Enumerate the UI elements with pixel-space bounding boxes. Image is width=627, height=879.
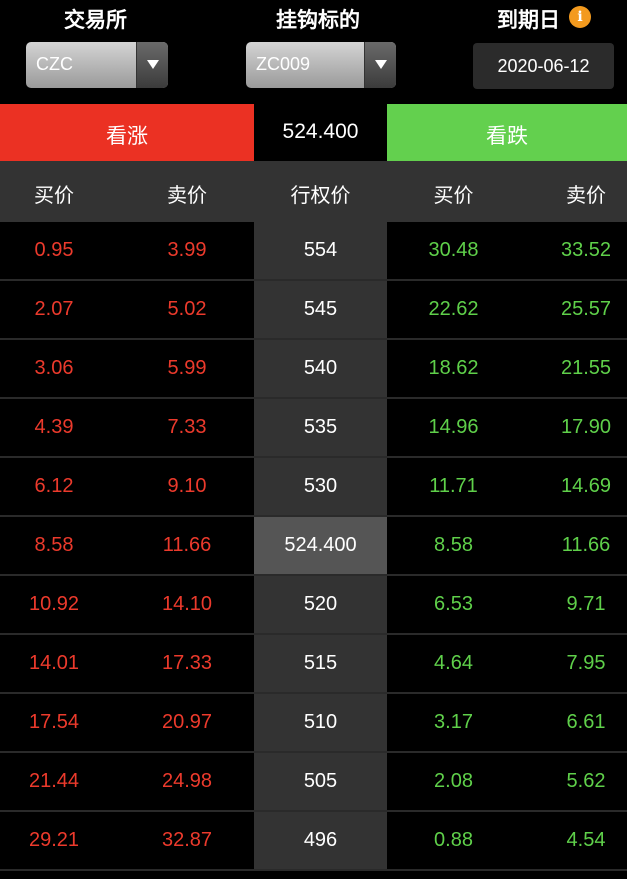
table-header: 买价 卖价 行权价 买价 卖价: [0, 161, 627, 222]
expiry-label: 到期日: [497, 8, 560, 32]
underlying-label: 挂钩标的: [276, 8, 360, 32]
put-bid-cell[interactable]: 2.08: [387, 770, 520, 793]
put-bid-cell[interactable]: 4.64: [387, 652, 520, 675]
put-ask-cell[interactable]: 25.57: [520, 298, 627, 321]
table-row[interactable]: 6.12 9.10 530 11.71 14.69: [0, 458, 627, 517]
strike-value[interactable]: 505: [254, 770, 387, 793]
call-bid-cell[interactable]: 6.12: [0, 475, 108, 498]
table-row[interactable]: 2.07 5.02 545 22.62 25.57: [0, 281, 627, 340]
put-ask-cell[interactable]: 33.52: [520, 239, 627, 262]
strike-value[interactable]: 530: [254, 475, 387, 498]
call-ask-cell[interactable]: 17.33: [120, 652, 254, 675]
call-bid-cell[interactable]: 8.58: [0, 534, 108, 557]
put-ask-cell[interactable]: 11.66: [520, 534, 627, 557]
strike-value[interactable]: 540: [254, 357, 387, 380]
put-ask-cell[interactable]: 17.90: [520, 416, 627, 439]
option-chain-table: 0.95 3.99 554 30.48 33.52 2.07 5.02 545 22.62 25.…: [0, 222, 627, 871]
strike-value[interactable]: 496: [254, 829, 387, 852]
expiry-date-field[interactable]: 2020-06-12: [473, 43, 614, 89]
call-bid-cell[interactable]: 0.95: [0, 239, 108, 262]
header-call-ask: 卖价: [167, 183, 207, 207]
strike-value[interactable]: 545: [254, 298, 387, 321]
call-ask-cell[interactable]: 20.97: [120, 711, 254, 734]
call-ask-cell[interactable]: 7.33: [120, 416, 254, 439]
put-tab[interactable]: 看跌: [387, 104, 627, 161]
call-label: 看涨: [106, 124, 148, 148]
put-ask-cell[interactable]: 7.95: [520, 652, 627, 675]
underlying-price: 524.400: [282, 120, 359, 143]
header-put-ask: 卖价: [566, 183, 606, 207]
put-bid-cell[interactable]: 8.58: [387, 534, 520, 557]
call-bid-cell[interactable]: 10.92: [0, 593, 108, 616]
exchange-value: CZC: [36, 54, 73, 74]
call-ask-cell[interactable]: 5.99: [120, 357, 254, 380]
table-row[interactable]: 4.39 7.33 535 14.96 17.90: [0, 399, 627, 458]
put-ask-cell[interactable]: 9.71: [520, 593, 627, 616]
strike-value[interactable]: 510: [254, 711, 387, 734]
table-row[interactable]: 10.92 14.10 520 6.53 9.71: [0, 576, 627, 635]
expiry-date-value: 2020-06-12: [497, 56, 590, 76]
table-row[interactable]: 14.01 17.33 515 4.64 7.95: [0, 635, 627, 694]
header-call-bid: 买价: [34, 183, 74, 207]
strike-value[interactable]: 520: [254, 593, 387, 616]
call-bid-cell[interactable]: 21.44: [0, 770, 108, 793]
put-ask-cell[interactable]: 6.61: [520, 711, 627, 734]
header-put-bid: 买价: [433, 183, 474, 207]
call-ask-cell[interactable]: 14.10: [120, 593, 254, 616]
chevron-down-icon: [147, 60, 159, 69]
put-ask-cell[interactable]: 21.55: [520, 357, 627, 380]
call-ask-cell[interactable]: 9.10: [120, 475, 254, 498]
exchange-dropdown-button[interactable]: [136, 42, 168, 88]
table-row[interactable]: 17.54 20.97 510 3.17 6.61: [0, 694, 627, 753]
chevron-down-icon: [375, 60, 387, 69]
call-ask-cell[interactable]: 3.99: [120, 239, 254, 262]
table-row[interactable]: 29.21 32.87 496 0.88 4.54: [0, 812, 627, 871]
table-row[interactable]: 21.44 24.98 505 2.08 5.62: [0, 753, 627, 812]
put-ask-cell[interactable]: 14.69: [520, 475, 627, 498]
exchange-select[interactable]: CZC: [26, 42, 168, 88]
call-bid-cell[interactable]: 3.06: [0, 357, 108, 380]
call-bid-cell[interactable]: 2.07: [0, 298, 108, 321]
table-row[interactable]: 3.06 5.99 540 18.62 21.55: [0, 340, 627, 399]
underlying-dropdown-button[interactable]: [364, 42, 396, 88]
put-bid-cell[interactable]: 6.53: [387, 593, 520, 616]
put-bid-cell[interactable]: 22.62: [387, 298, 520, 321]
put-bid-cell[interactable]: 30.48: [387, 239, 520, 262]
strike-value[interactable]: 515: [254, 652, 387, 675]
exchange-label: 交易所: [64, 8, 127, 32]
strike-value[interactable]: 524.400: [254, 534, 387, 557]
put-bid-cell[interactable]: 11.71: [387, 475, 520, 498]
put-ask-cell[interactable]: 4.54: [520, 829, 627, 852]
underlying-price-box: 524.400: [254, 104, 387, 161]
strike-value[interactable]: 535: [254, 416, 387, 439]
put-label: 看跌: [486, 124, 528, 148]
table-row[interactable]: 8.58 11.66 524.400 8.58 11.66: [0, 517, 627, 576]
call-ask-cell[interactable]: 11.66: [120, 534, 254, 557]
put-ask-cell[interactable]: 5.62: [520, 770, 627, 793]
put-bid-cell[interactable]: 18.62: [387, 357, 520, 380]
underlying-select[interactable]: ZC009: [246, 42, 396, 88]
call-bid-cell[interactable]: 4.39: [0, 416, 108, 439]
put-bid-cell[interactable]: 3.17: [387, 711, 520, 734]
call-ask-cell[interactable]: 32.87: [120, 829, 254, 852]
underlying-value: ZC009: [256, 54, 311, 74]
put-bid-cell[interactable]: 0.88: [387, 829, 520, 852]
selector-panel: 交易所 CZC 挂钩标的 ZC009 到期日 i 2020-06-12: [0, 0, 627, 104]
call-tab[interactable]: 看涨: [0, 104, 254, 161]
put-bid-cell[interactable]: 14.96: [387, 416, 520, 439]
header-strike: 行权价: [290, 183, 351, 207]
call-ask-cell[interactable]: 24.98: [120, 770, 254, 793]
call-bid-cell[interactable]: 14.01: [0, 652, 108, 675]
strike-value[interactable]: 554: [254, 239, 387, 262]
call-ask-cell[interactable]: 5.02: [120, 298, 254, 321]
call-bid-cell[interactable]: 29.21: [0, 829, 108, 852]
table-row[interactable]: 0.95 3.99 554 30.48 33.52: [0, 222, 627, 281]
call-bid-cell[interactable]: 17.54: [0, 711, 108, 734]
info-icon[interactable]: i: [569, 6, 591, 28]
